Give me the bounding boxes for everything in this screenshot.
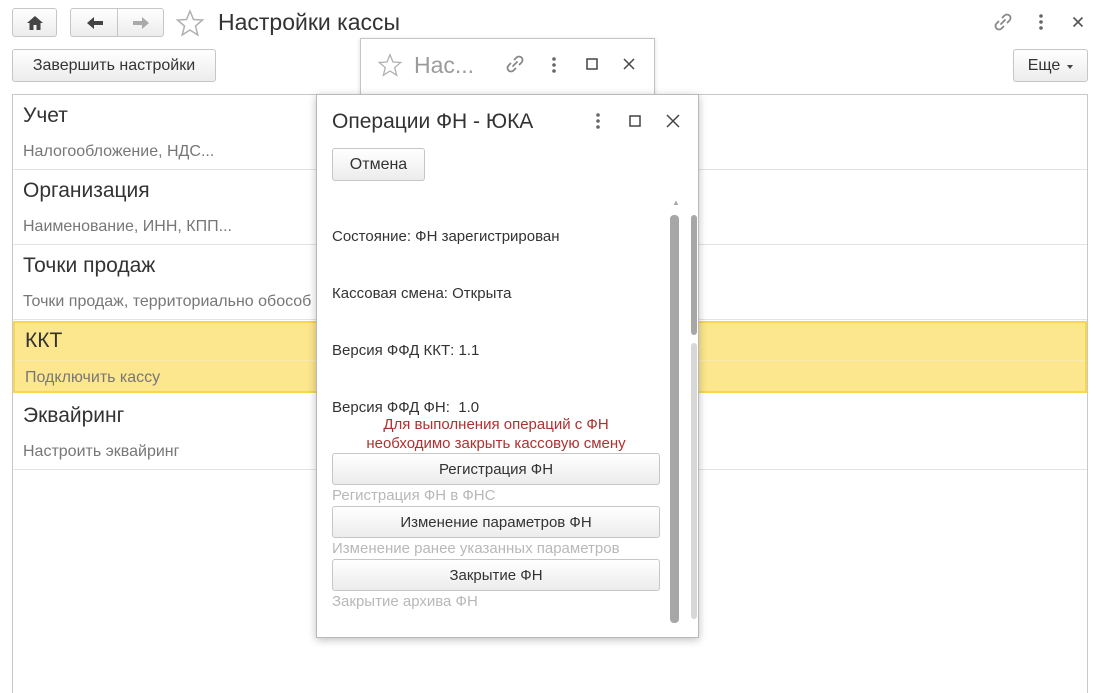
menu-button[interactable] (1029, 10, 1053, 34)
section-subtitle: Наименование, ИНН, КПП... (23, 218, 232, 235)
warning-line: необходимо закрыть кассовую смену (366, 435, 626, 452)
link-icon (992, 11, 1014, 33)
link-icon[interactable] (504, 53, 526, 75)
close-icon[interactable] (623, 58, 635, 70)
close-icon (1072, 16, 1084, 28)
section-subtitle: Налогообложение, НДС... (23, 143, 215, 160)
more-vertical-icon (1038, 13, 1044, 31)
background-window-title: Нас... (414, 52, 475, 78)
close-fn-button[interactable]: Закрытие ФН (332, 559, 660, 591)
section-title: Точки продаж (23, 254, 156, 277)
forward-button[interactable] (117, 8, 164, 37)
more-vertical-icon (595, 112, 601, 130)
more-button-label: Еще (1027, 56, 1061, 74)
dialog-maximize-button[interactable] (623, 109, 647, 133)
chevron-down-icon (1067, 64, 1074, 69)
section-title: Организация (23, 179, 150, 202)
outer-scrollbar-track[interactable] (691, 343, 697, 619)
background-window[interactable]: Нас... (360, 38, 655, 98)
dialog-menu-button[interactable] (586, 109, 610, 133)
favorite-button[interactable] (173, 8, 207, 38)
section-title: Учет (23, 104, 68, 127)
more-vertical-icon[interactable] (551, 56, 557, 74)
maximize-icon (629, 115, 641, 127)
cancel-button[interactable]: Отмена (332, 148, 425, 181)
scrollbar-thumb[interactable] (670, 215, 679, 623)
section-title: Эквайринг (23, 404, 125, 427)
scroll-up-icon[interactable]: ▲ (672, 198, 680, 207)
status-line: Кассовая смена: Открыта (332, 285, 512, 302)
operation-description: Изменение ранее указанных параметров (332, 540, 620, 557)
section-subtitle: Подключить кассу (25, 369, 161, 386)
dialog-close-button[interactable] (661, 109, 685, 133)
section-subtitle: Точки продаж, территориально обособ (23, 293, 312, 310)
home-button[interactable] (12, 8, 57, 37)
finish-settings-button[interactable]: Завершить настройки (12, 49, 216, 82)
arrow-right-icon (131, 15, 151, 31)
link-button[interactable] (991, 10, 1015, 34)
register-fn-button[interactable]: Регистрация ФН (332, 453, 660, 485)
dialog-title: Операции ФН - ЮКА (332, 110, 534, 133)
operation-description: Закрытие архива ФН (332, 593, 478, 610)
star-icon[interactable] (377, 53, 403, 77)
more-button[interactable]: Еще (1013, 49, 1088, 82)
change-fn-params-button[interactable]: Изменение параметров ФН (332, 506, 660, 538)
back-button[interactable] (70, 8, 118, 37)
arrow-left-icon (85, 15, 105, 31)
star-icon (175, 9, 205, 37)
outer-scrollbar-thumb[interactable] (691, 215, 697, 335)
warning-line: Для выполнения операций с ФН (383, 416, 609, 433)
close-button[interactable] (1066, 10, 1090, 34)
page-title: Настройки кассы (218, 9, 401, 35)
operation-description: Регистрация ФН в ФНС (332, 487, 496, 504)
app-window: Настройки кассы Завершить настройки Еще … (0, 0, 1100, 693)
status-line: Версия ФФД ККТ: 1.1 (332, 342, 480, 359)
section-title: ККТ (25, 329, 63, 352)
fn-operations-dialog: Операции ФН - ЮКА Отмена Состояние: ФН з… (316, 94, 699, 638)
section-subtitle: Настроить эквайринг (23, 443, 180, 460)
close-icon (666, 114, 680, 128)
maximize-icon[interactable] (586, 58, 598, 70)
status-line: Состояние: ФН зарегистрирован (332, 228, 560, 245)
warning-message: Для выполнения операций с ФН необходимо … (332, 415, 660, 453)
home-icon (25, 14, 45, 32)
